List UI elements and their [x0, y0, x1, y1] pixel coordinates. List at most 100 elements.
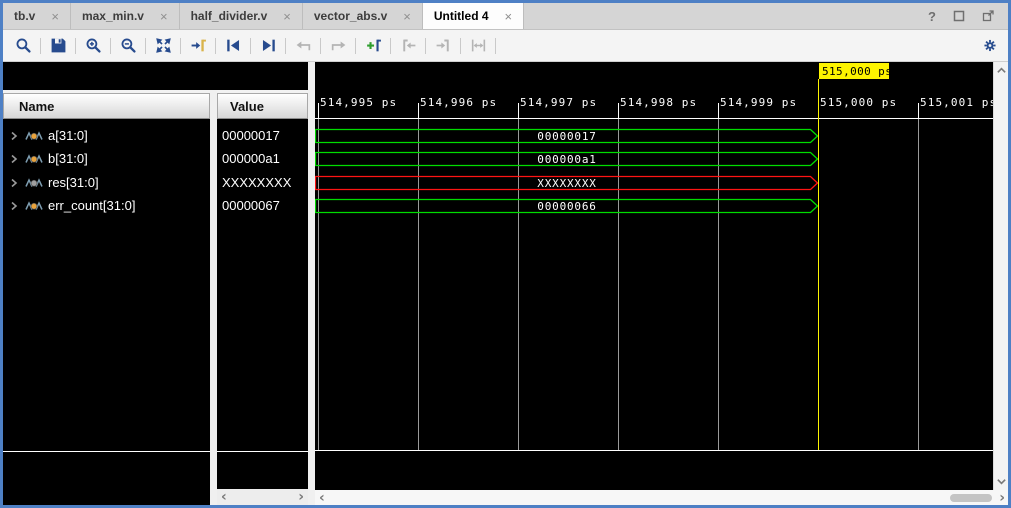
signal-value-text: 00000017: [222, 128, 280, 143]
ruler-tick: [918, 103, 919, 118]
settings-gear-icon[interactable]: [984, 34, 1008, 58]
scroll-down-icon[interactable]: [996, 476, 1007, 487]
tab-bar: tb.v×max_min.v×half_divider.v×vector_abs…: [3, 3, 1008, 30]
toolbar-separator: [320, 38, 321, 54]
bus-value-text: 00000017: [315, 128, 819, 144]
bus-wave-b: 000000a1: [315, 151, 819, 167]
redo-zoom-icon: [326, 34, 350, 58]
toolbar-separator: [355, 38, 356, 54]
float-window-icon[interactable]: [982, 10, 994, 22]
ruler-tick: [518, 103, 519, 118]
save-icon[interactable]: [46, 34, 70, 58]
expand-chevron-icon[interactable]: [10, 130, 18, 142]
tab-max-min-v[interactable]: max_min.v ×: [71, 3, 180, 29]
bus-value-text: XXXXXXXX: [315, 175, 819, 191]
tab-label: max_min.v: [82, 9, 144, 23]
name-column-header[interactable]: Name: [3, 93, 210, 119]
bus-wave-res: XXXXXXXX: [315, 175, 819, 191]
expand-chevron-icon[interactable]: [10, 177, 18, 189]
ruler-tick: [718, 103, 719, 118]
name-value-divider[interactable]: [210, 90, 217, 505]
add-marker-icon[interactable]: [361, 34, 385, 58]
toolbar-separator: [425, 38, 426, 54]
gridline: [618, 119, 619, 451]
span-markers-icon: [466, 34, 490, 58]
gridline: [718, 119, 719, 451]
tab-tb-v[interactable]: tb.v ×: [3, 3, 71, 29]
search-icon[interactable]: [11, 34, 35, 58]
zoom-in-icon[interactable]: [81, 34, 105, 58]
scroll-left-icon[interactable]: ‹: [221, 490, 227, 504]
tab-label: tb.v: [14, 9, 35, 23]
toolbar-separator: [390, 38, 391, 54]
undo-zoom-icon: [291, 34, 315, 58]
scroll-right-icon[interactable]: ›: [999, 491, 1005, 505]
previous-transition-icon[interactable]: [221, 34, 245, 58]
signal-name: err_count[31:0]: [48, 198, 135, 213]
maximize-icon[interactable]: [953, 10, 965, 22]
next-marker-icon: [431, 34, 455, 58]
scroll-left-icon[interactable]: ‹: [319, 491, 325, 505]
ruler-tick-label: 514,995 ps: [320, 96, 397, 109]
next-transition-icon[interactable]: [256, 34, 280, 58]
zoom-fit-icon[interactable]: [151, 34, 175, 58]
ruler-tick-label: 515,001 ps: [920, 96, 993, 109]
ruler-tick: [418, 103, 419, 118]
toolbar-separator: [285, 38, 286, 54]
value-column-header[interactable]: Value: [217, 93, 308, 119]
horizontal-scrollbar[interactable]: ‹ ›: [315, 490, 1008, 505]
window-controls: ?: [928, 3, 1008, 29]
expand-chevron-icon[interactable]: [10, 153, 18, 165]
cursor-time-badge[interactable]: 515,000 ps: [819, 63, 889, 79]
gridline: [918, 119, 919, 451]
bus-signal-icon: [25, 176, 43, 190]
ruler-tick-label: 515,000 ps: [820, 96, 897, 109]
previous-marker-icon: [396, 34, 420, 58]
tab-label: Untitled 4: [434, 9, 489, 23]
bus-signal-icon: [25, 129, 43, 143]
ruler-tick-label: 514,998 ps: [620, 96, 697, 109]
signal-value-res[interactable]: XXXXXXXX: [217, 171, 308, 194]
signal-value-err_count[interactable]: 00000067: [217, 194, 308, 217]
vertical-scrollbar[interactable]: [993, 62, 1008, 490]
gridline: [318, 119, 319, 451]
tab-close-icon[interactable]: ×: [283, 10, 291, 23]
tab-untitled-4[interactable]: Untitled 4 ×: [423, 3, 524, 29]
signal-value-text: 00000067: [222, 198, 280, 213]
toolbar-separator: [250, 38, 251, 54]
scroll-right-icon[interactable]: ›: [298, 490, 304, 504]
tab-close-icon[interactable]: ×: [51, 10, 59, 23]
bus-value-text: 00000066: [315, 198, 819, 214]
tab-vector-abs-v[interactable]: vector_abs.v×: [303, 3, 423, 29]
tab-close-icon[interactable]: ×: [505, 10, 513, 23]
scrollbar-thumb[interactable]: [950, 494, 992, 502]
signal-value-b[interactable]: 000000a1: [217, 147, 308, 170]
gridline: [418, 119, 419, 451]
scroll-up-icon[interactable]: [996, 65, 1007, 76]
time-cursor[interactable]: [818, 79, 819, 451]
toolbar-separator: [180, 38, 181, 54]
value-column-scrollbar[interactable]: ‹ ›: [217, 489, 308, 505]
toolbar-separator: [215, 38, 216, 54]
toolbar-separator: [40, 38, 41, 54]
tab-close-icon[interactable]: ×: [160, 10, 168, 23]
signal-value-a[interactable]: 00000017: [217, 124, 308, 147]
expand-chevron-icon[interactable]: [10, 200, 18, 212]
signal-name: a[31:0]: [48, 128, 88, 143]
bus-value-text: 000000a1: [315, 151, 819, 167]
signal-row-b[interactable]: b[31:0]: [3, 147, 210, 170]
signal-row-err_count[interactable]: err_count[31:0]: [3, 194, 210, 217]
help-icon[interactable]: ?: [928, 9, 936, 24]
tab-close-icon[interactable]: ×: [403, 10, 411, 23]
bus-wave-a: 00000017: [315, 128, 819, 144]
signal-row-a[interactable]: a[31:0]: [3, 124, 210, 147]
waveform-canvas[interactable]: 514,995 ps514,996 ps514,997 ps514,998 ps…: [315, 62, 993, 490]
ruler-tick-label: 514,996 ps: [420, 96, 497, 109]
tab-half-divider-v[interactable]: half_divider.v×: [180, 3, 303, 29]
bus-wave-err_count: 00000066: [315, 198, 819, 214]
go-to-cursor-icon[interactable]: [186, 34, 210, 58]
toolbar-separator: [145, 38, 146, 54]
signal-row-res[interactable]: res[31:0]: [3, 171, 210, 194]
value-wave-divider[interactable]: [308, 62, 315, 505]
zoom-out-icon[interactable]: [116, 34, 140, 58]
